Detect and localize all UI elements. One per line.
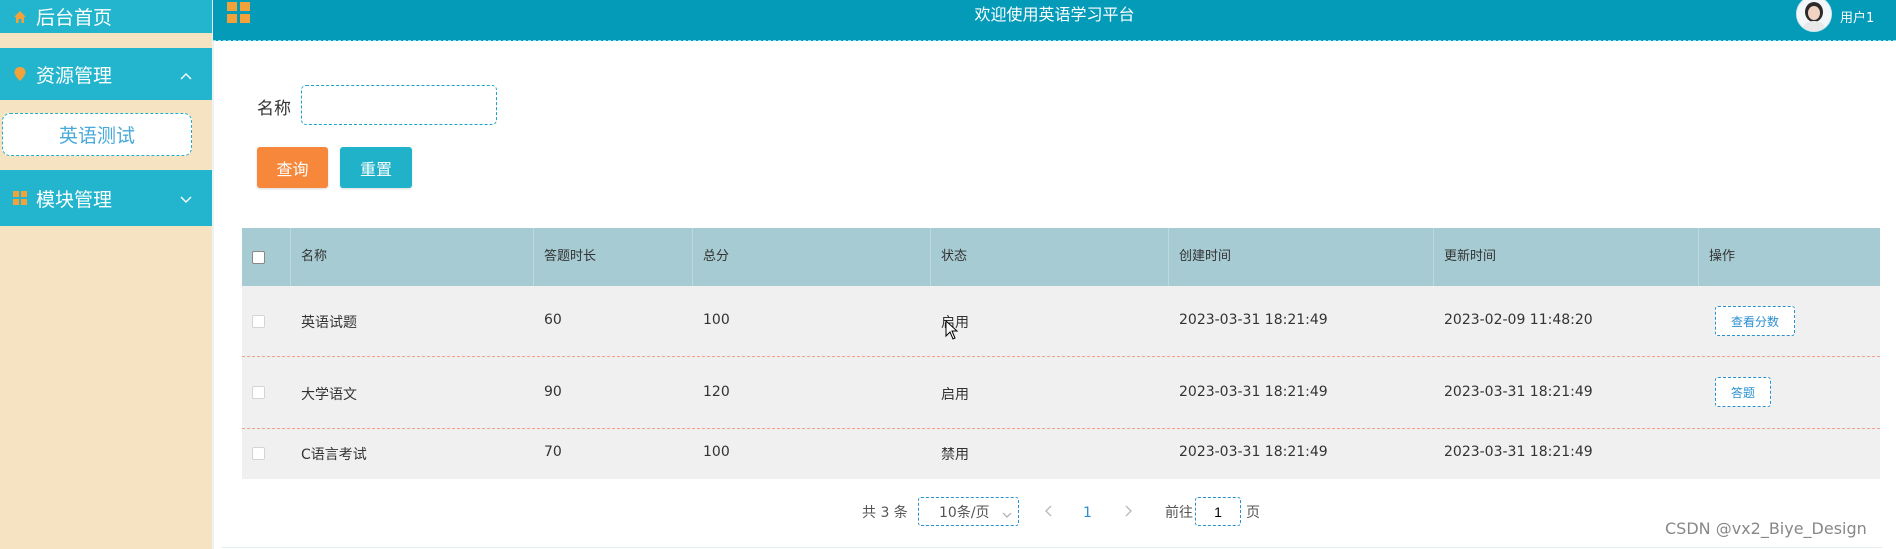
home-icon	[12, 9, 28, 25]
search-name-input[interactable]	[301, 85, 497, 125]
goto-prefix: 前往	[1165, 505, 1193, 521]
pin-icon	[12, 66, 28, 82]
menu-sub-english-test[interactable]: 英语测试	[2, 113, 192, 156]
answer-button[interactable]: 答题	[1715, 377, 1771, 407]
cell-created: 2023-03-31 18:21:49	[1179, 312, 1328, 328]
frame-line	[222, 547, 1882, 548]
menu-module-label: 模块管理	[36, 188, 113, 211]
sidebar: 后台首页 资源管理 英语测试 模块管理	[0, 0, 212, 549]
header-select-cell	[242, 228, 291, 286]
page-number-current[interactable]: 1	[1083, 498, 1092, 528]
cell-status: 启用	[941, 387, 969, 403]
row-checkbox[interactable]	[252, 386, 265, 399]
header-status[interactable]: 状态	[931, 228, 1169, 286]
cell-name: 大学语文	[301, 387, 357, 403]
pagination-total: 共 3 条	[862, 505, 908, 521]
header-name[interactable]: 名称	[291, 228, 534, 286]
search-name-label: 名称	[257, 99, 291, 119]
header-duration[interactable]: 答题时长	[534, 228, 693, 286]
goto-page-input[interactable]	[1195, 497, 1241, 526]
prev-page-icon[interactable]	[1044, 498, 1054, 528]
header-updated[interactable]: 更新时间	[1434, 228, 1699, 286]
cell-duration: 60	[544, 312, 562, 328]
table-header: 名称 答题时长 总分 状态 创建时间 更新时间 操作	[242, 228, 1880, 286]
cell-total: 100	[703, 444, 730, 460]
chevron-down-icon	[180, 187, 192, 209]
header-actions: 操作	[1709, 249, 1736, 264]
goto-suffix: 页	[1246, 505, 1260, 521]
cell-created: 2023-03-31 18:21:49	[1179, 384, 1328, 400]
cell-created: 2023-03-31 18:21:49	[1179, 444, 1328, 460]
cell-total: 100	[703, 312, 730, 328]
next-page-icon[interactable]	[1123, 498, 1133, 528]
row-checkbox[interactable]	[252, 315, 265, 328]
menu-resource[interactable]: 资源管理	[0, 48, 212, 100]
watermark: CSDN @vx2_Biye_Design	[1665, 519, 1867, 538]
page-size-select[interactable]: 10条/页	[918, 497, 1019, 526]
menu-sub-english-test-label: 英语测试	[58, 125, 135, 147]
cell-updated: 2023-03-31 18:21:49	[1444, 444, 1593, 460]
chevron-up-icon	[180, 63, 192, 85]
header-total[interactable]: 总分	[693, 228, 931, 286]
table-row[interactable]: 英语试题 60 100 启用 2023-03-31 18:21:49 2023-…	[242, 286, 1880, 357]
table-row[interactable]: 大学语文 90 120 启用 2023-03-31 18:21:49 2023-…	[242, 357, 1880, 429]
page-title: 欢迎使用英语学习平台	[974, 5, 1135, 24]
cell-updated: 2023-03-31 18:21:49	[1444, 384, 1593, 400]
view-score-button[interactable]: 查看分数	[1715, 306, 1795, 336]
cell-name: C语言考试	[301, 447, 367, 463]
mouse-cursor-icon	[945, 319, 959, 344]
cell-name: 英语试题	[301, 315, 357, 331]
reset-button[interactable]: 重置	[340, 147, 412, 188]
chevron-down-icon	[1002, 507, 1012, 523]
grid-icon	[12, 190, 28, 206]
cell-total: 120	[703, 384, 730, 400]
menu-module[interactable]: 模块管理	[0, 170, 212, 226]
cell-duration: 90	[544, 384, 562, 400]
row-checkbox[interactable]	[252, 447, 265, 460]
select-all-checkbox[interactable]	[252, 251, 265, 264]
cell-updated: 2023-02-09 11:48:20	[1444, 312, 1593, 328]
content-edge	[212, 0, 214, 549]
top-bar: 欢迎使用英语学习平台	[213, 0, 1896, 41]
page-size-value: 10条/页	[939, 504, 990, 521]
query-button[interactable]: 查询	[257, 147, 328, 188]
cell-status: 禁用	[941, 447, 969, 463]
menu-home-label: 后台首页	[36, 7, 113, 29]
menu-resource-label: 资源管理	[36, 64, 113, 87]
user-name[interactable]: 用户1	[1840, 7, 1874, 26]
header-created[interactable]: 创建时间	[1169, 228, 1434, 286]
menu-home[interactable]: 后台首页	[0, 0, 212, 33]
cell-duration: 70	[544, 444, 562, 460]
table-row[interactable]: C语言考试 70 100 禁用 2023-03-31 18:21:49 2023…	[242, 429, 1880, 479]
